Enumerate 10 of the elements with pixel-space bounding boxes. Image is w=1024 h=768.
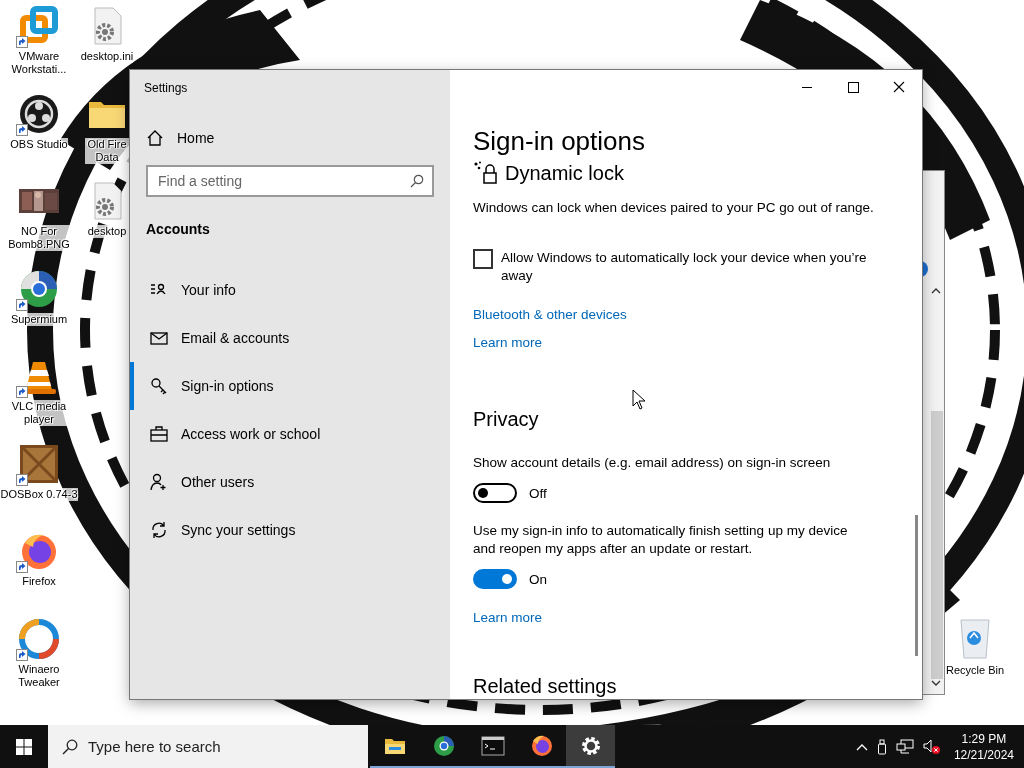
- globe-icon: [431, 733, 456, 758]
- search-field[interactable]: Type here to search: [48, 725, 368, 768]
- usb-drive-icon[interactable]: [876, 738, 887, 755]
- taskbar-button[interactable]: [566, 725, 615, 768]
- browser-logo-icon: [529, 733, 554, 758]
- clock[interactable]: 1:29 PM 12/21/2024: [953, 730, 1014, 763]
- network-icon[interactable]: [895, 738, 914, 755]
- speaker-muted-icon[interactable]: [922, 738, 941, 755]
- windows-logo-icon: [16, 738, 32, 755]
- terminal-icon: [480, 733, 505, 758]
